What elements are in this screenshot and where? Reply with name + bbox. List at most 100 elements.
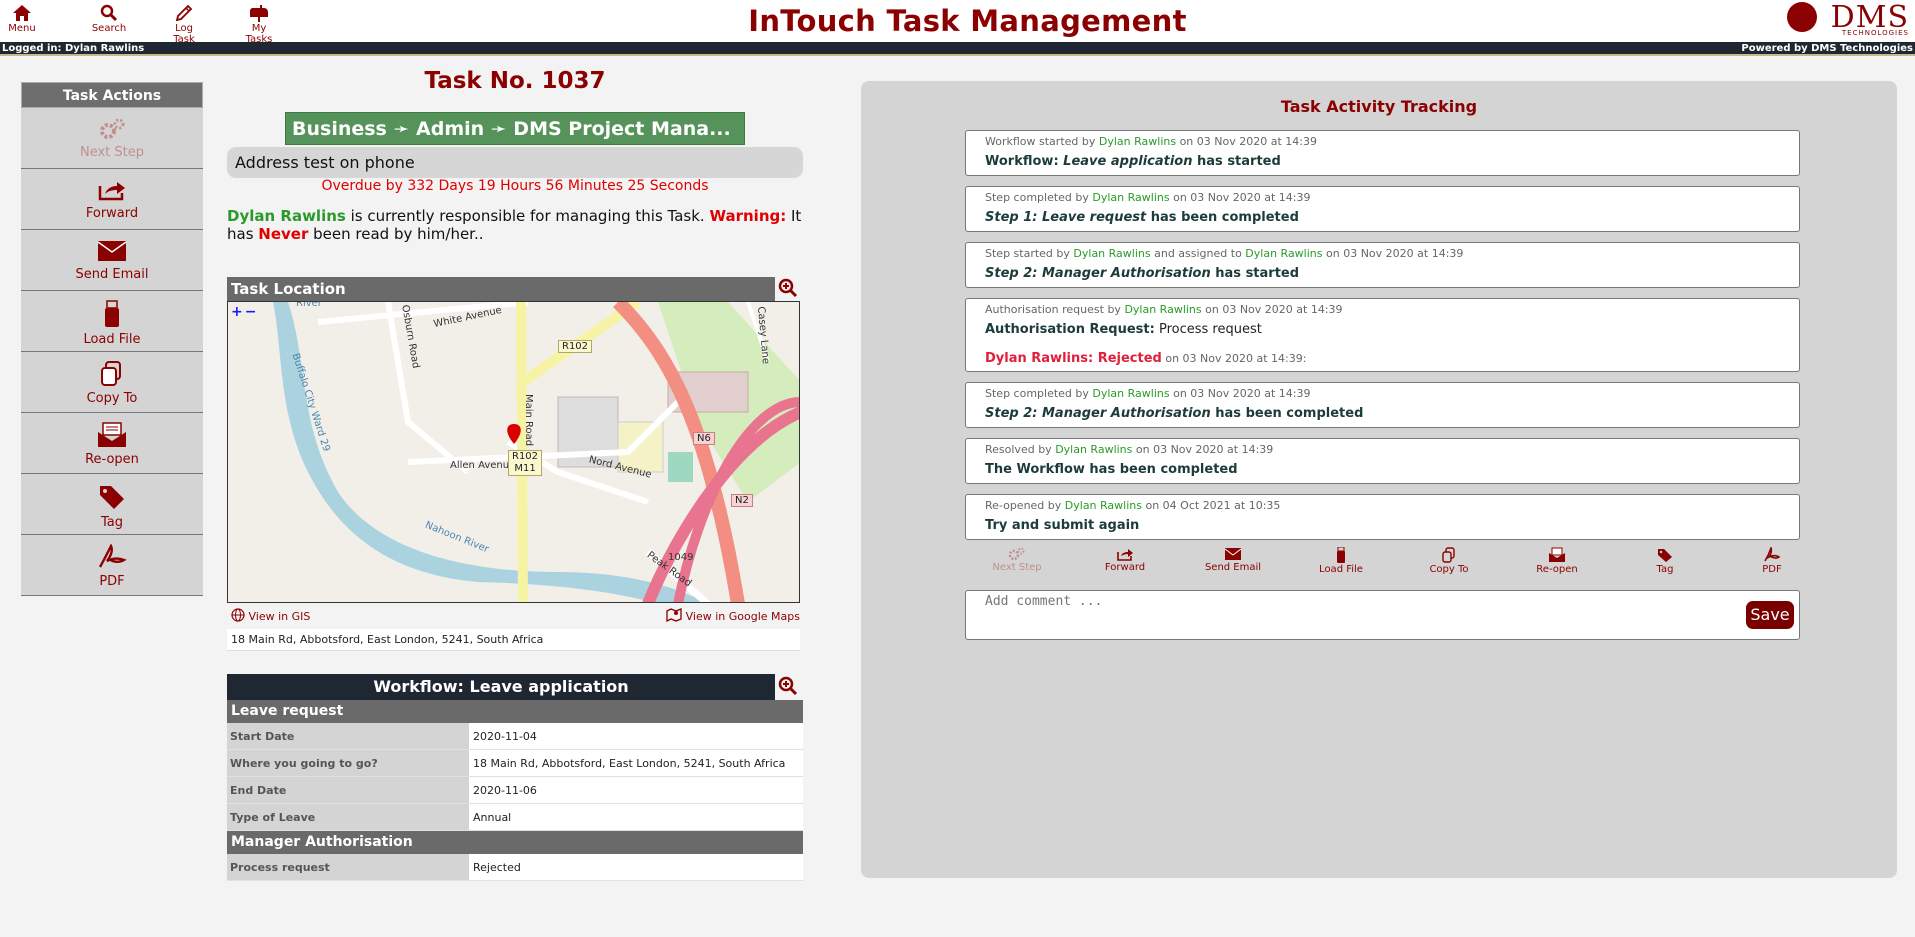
- activity-meta: Authorisation request by Dylan Rawlins o…: [985, 303, 1343, 316]
- activity-meta: Re-opened by Dylan Rawlins on 04 Oct 202…: [985, 499, 1281, 512]
- list-item: Step completed by Dylan Rawlins on 03 No…: [965, 186, 1800, 232]
- action-pdf-label: PDF: [99, 574, 125, 589]
- powered-by-text: Powered by DMS Technologies: [1741, 43, 1913, 54]
- list-item: Step started by Dylan Rawlins and assign…: [965, 242, 1800, 288]
- action-load-file-button[interactable]: Load File: [21, 291, 203, 352]
- status-bar: Logged in: Dylan Rawlins Powered by DMS …: [0, 42, 1915, 56]
- task-activity-panel: Task Activity Tracking Workflow started …: [861, 81, 1897, 878]
- toolbar-send-email-button[interactable]: Send Email: [1188, 547, 1278, 573]
- pdf-icon: [1764, 547, 1781, 562]
- road-shield-n2: N2: [731, 494, 753, 507]
- workflow-zoom-in-icon[interactable]: [778, 676, 798, 696]
- user-link[interactable]: Dylan Rawlins: [1124, 303, 1201, 316]
- table-row: Type of Leave Annual: [227, 804, 803, 831]
- field-label: End Date: [227, 777, 469, 803]
- map-pin-icon[interactable]: [506, 420, 522, 442]
- workflow-section-leave-request: Leave request: [227, 700, 803, 723]
- view-in-google-maps-link[interactable]: View in Google Maps: [666, 608, 800, 623]
- action-forward-button[interactable]: Forward: [21, 169, 203, 230]
- envelope-icon: [1224, 548, 1242, 560]
- toolbar-load-file-button[interactable]: Load File: [1296, 547, 1386, 575]
- activity-text: Step 1: Leave request has been completed: [985, 210, 1299, 225]
- activity-meta: Step completed by Dylan Rawlins on 03 No…: [985, 387, 1311, 400]
- user-link[interactable]: Dylan Rawlins: [1092, 387, 1169, 400]
- activity-text: Workflow: Leave application has started: [985, 154, 1281, 169]
- gears-icon: [100, 118, 125, 139]
- action-re-open-button[interactable]: Re-open: [21, 413, 203, 474]
- map-icon: [666, 608, 682, 623]
- task-breadcrumb[interactable]: Business ➛ Admin ➛ DMS Project Mana...: [285, 112, 745, 145]
- pdf-icon: [98, 544, 127, 568]
- dms-logo: DMS TECHNOLOGIES: [1781, 0, 1911, 40]
- task-location-map[interactable]: +− River Buffalo City Ward 29 White Aven…: [227, 301, 800, 603]
- responsibility-text-3: been read by him/her..: [308, 225, 484, 243]
- copy-icon: [1442, 547, 1455, 563]
- user-link[interactable]: Dylan Rawlins: [1245, 247, 1322, 260]
- workflow-title: Workflow: Leave application: [227, 674, 775, 700]
- field-value: Rejected: [469, 854, 803, 880]
- user-link[interactable]: Dylan Rawlins: [1073, 247, 1150, 260]
- map-label-allen: Allen Avenue: [450, 460, 516, 471]
- toolbar-forward-label: Forward: [1104, 562, 1146, 573]
- activity-text: Try and submit again: [985, 518, 1140, 533]
- field-label: Start Date: [227, 723, 469, 749]
- workflow-section-manager-authorisation: Manager Authorisation: [227, 831, 803, 854]
- toolbar-pdf-button[interactable]: PDF: [1727, 547, 1817, 575]
- action-forward-label: Forward: [85, 206, 139, 221]
- activity-text: Step 2: Manager Authorisation has starte…: [985, 266, 1300, 281]
- task-number: Task No. 1037: [424, 68, 606, 94]
- view-in-gis-link[interactable]: View in GIS: [231, 608, 310, 623]
- toolbar-re-open-label: Re-open: [1536, 564, 1578, 575]
- activity-toolbar: Next Step Forward Send Email Load File C…: [965, 547, 1800, 581]
- field-value: 18 Main Rd, Abbotsford, East London, 524…: [469, 750, 803, 776]
- action-pdf-button[interactable]: PDF: [21, 535, 203, 596]
- comment-input[interactable]: [965, 590, 1800, 640]
- task-actions-title: Task Actions: [21, 82, 203, 108]
- rejection-note: Dylan Rawlins: Rejected on 03 Nov 2020 a…: [985, 351, 1307, 366]
- field-label: Process request: [227, 854, 469, 880]
- logo-subtext: TECHNOLOGIES: [1841, 29, 1909, 37]
- map-zoom-controls[interactable]: +−: [231, 304, 258, 320]
- action-send-email-label: Send Email: [75, 267, 149, 282]
- action-next-step-button[interactable]: Next Step: [21, 108, 203, 169]
- rejected-by: Dylan Rawlins: Rejected: [985, 351, 1162, 366]
- usb-drive-icon: [105, 300, 119, 327]
- road-shield-r102: R102: [558, 340, 593, 353]
- never-read-label: Never: [258, 225, 309, 243]
- user-link[interactable]: Dylan Rawlins: [1092, 191, 1169, 204]
- toolbar-next-step-button[interactable]: Next Step: [972, 547, 1062, 573]
- user-link[interactable]: Dylan Rawlins: [1099, 135, 1176, 148]
- tag-icon: [1658, 549, 1672, 562]
- responsibility-note: Dylan Rawlins is currently responsible f…: [227, 207, 803, 243]
- table-row: End Date 2020-11-06: [227, 777, 803, 804]
- workflow-table: Leave request Start Date 2020-11-04 Wher…: [227, 700, 803, 881]
- usb-drive-icon: [1337, 547, 1345, 563]
- action-copy-to-button[interactable]: Copy To: [21, 352, 203, 413]
- list-item: Step completed by Dylan Rawlins on 03 No…: [965, 382, 1800, 428]
- tag-icon: [100, 486, 124, 509]
- save-button[interactable]: Save: [1746, 601, 1794, 629]
- activity-text: Step 2: Manager Authorisation has been c…: [985, 406, 1364, 421]
- action-re-open-label: Re-open: [85, 452, 139, 467]
- top-header: Menu Search Log Task My Tasks InTouch Ta…: [0, 0, 1915, 45]
- activity-title: Task Activity Tracking: [1280, 97, 1478, 116]
- toolbar-re-open-button[interactable]: Re-open: [1512, 547, 1602, 575]
- action-send-email-button[interactable]: Send Email: [21, 230, 203, 291]
- task-subject: Address test on phone: [227, 147, 803, 178]
- toolbar-tag-button[interactable]: Tag: [1620, 547, 1710, 575]
- toolbar-forward-button[interactable]: Forward: [1080, 547, 1170, 573]
- responsible-user[interactable]: Dylan Rawlins: [227, 207, 346, 225]
- map-links: View in GIS View in Google Maps: [227, 608, 800, 626]
- zoom-in-icon[interactable]: [778, 278, 798, 298]
- action-load-file-label: Load File: [83, 332, 141, 347]
- activity-meta: Resolved by Dylan Rawlins on 03 Nov 2020…: [985, 443, 1274, 456]
- logged-in-text: Logged in: Dylan Rawlins: [2, 43, 145, 54]
- field-value: Annual: [469, 804, 803, 830]
- user-link[interactable]: Dylan Rawlins: [1055, 443, 1132, 456]
- action-tag-button[interactable]: Tag: [21, 474, 203, 535]
- user-link[interactable]: Dylan Rawlins: [1065, 499, 1142, 512]
- activity-text: Authorisation Request: Process request: [985, 322, 1262, 337]
- toolbar-copy-to-button[interactable]: Copy To: [1404, 547, 1494, 575]
- open-envelope-icon: [98, 422, 126, 447]
- task-address: 18 Main Rd, Abbotsford, East London, 524…: [227, 629, 800, 651]
